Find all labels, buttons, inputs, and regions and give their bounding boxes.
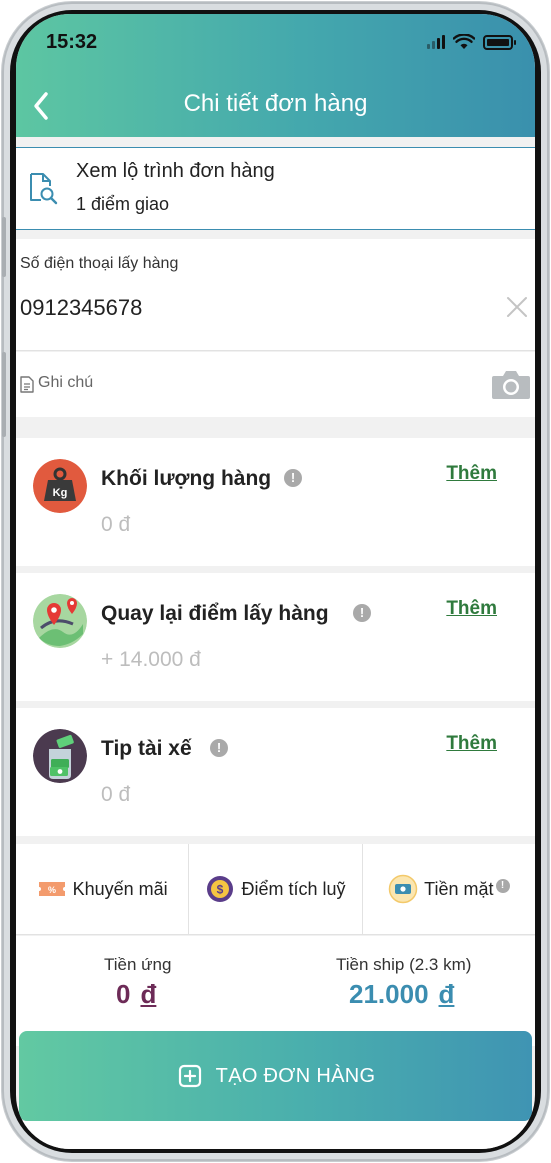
service-title: Tip tài xế (101, 737, 192, 760)
side-button (2, 352, 6, 437)
svg-text:$: $ (217, 883, 224, 897)
totals-section: Tiền ứng 0đ Tiền ship (2.3 km) 21.000 đ (16, 936, 535, 1046)
service-card-return: Quay lại điểm lấy hàng ! + 14.000 đ Thêm (16, 573, 535, 701)
route-subtitle: 1 điểm giao (76, 194, 170, 214)
clear-icon[interactable] (505, 295, 529, 319)
route-title: Xem lộ trình đơn hàng (76, 160, 275, 182)
weight-kg-icon: Kg (33, 459, 87, 513)
add-tip-link[interactable]: Thêm (446, 733, 497, 755)
svg-text:Kg: Kg (53, 487, 68, 499)
svg-text:%: % (48, 885, 56, 895)
ship-fee-value: 21.000 (349, 979, 429, 1009)
status-time: 15:32 (46, 31, 98, 53)
cash-icon (388, 874, 418, 904)
add-return-link[interactable]: Thêm (446, 598, 497, 620)
bottom-area (16, 1121, 535, 1149)
advance-amount: 0đ (116, 979, 156, 1010)
ship-fee-amount: 21.000 đ (349, 979, 454, 1010)
note-placeholder: Ghi chú (38, 374, 94, 391)
info-icon[interactable]: ! (353, 604, 371, 622)
service-price: 0 đ (101, 783, 131, 806)
advance-value: 0 (116, 979, 131, 1009)
document-search-icon (30, 173, 58, 205)
pickup-phone-label: Số điện thoại lấy hàng (20, 255, 179, 272)
status-icons (427, 34, 516, 50)
tab-label: Khuyến mãi (72, 878, 168, 899)
service-price: 0 đ (101, 513, 131, 536)
service-title: Khối lượng hàng (101, 467, 272, 490)
currency-symbol: đ (438, 979, 455, 1009)
service-title: Quay lại điểm lấy hàng (101, 602, 329, 625)
add-square-icon (178, 1064, 201, 1088)
tab-label: Điểm tích luỹ (241, 878, 346, 899)
tab-cash[interactable]: Tiền mặt ! (363, 844, 535, 934)
view-route-row[interactable]: Xem lộ trình đơn hàng 1 điểm giao (16, 147, 535, 230)
info-icon[interactable]: ! (495, 879, 510, 893)
info-icon[interactable]: ! (210, 739, 228, 757)
coupon-icon: % (38, 882, 65, 896)
payment-options: % Khuyến mãi $ Điểm tích luỹ Tiền mặt ! (16, 844, 535, 935)
ship-fee-label: Tiền ship (2.3 km) (336, 955, 472, 974)
side-button (2, 217, 6, 277)
signal-icon (427, 35, 445, 49)
tab-promotion[interactable]: % Khuyến mãi (16, 844, 190, 934)
tab-points[interactable]: $ Điểm tích luỹ (189, 844, 363, 934)
return-route-icon (33, 594, 87, 648)
advance-label: Tiền ứng (104, 955, 172, 974)
service-card-tip: Tip tài xế ! 0 đ Thêm (16, 708, 535, 836)
wifi-icon (453, 34, 475, 49)
create-order-label: TẠO ĐƠN HÀNG (215, 1064, 376, 1087)
screen: 15:32 Chi tiết đơn hàng Xem lộ trình đơn… (16, 14, 535, 1149)
app-header: 15:32 Chi tiết đơn hàng (16, 14, 535, 137)
note-section[interactable]: Ghi chú (16, 352, 535, 417)
add-weight-link[interactable]: Thêm (446, 463, 497, 485)
points-coin-icon: $ (207, 876, 234, 902)
service-card-weight: Kg Khối lượng hàng ! 0 đ Thêm (16, 438, 535, 566)
document-icon (20, 376, 34, 393)
pickup-phone-input[interactable] (20, 295, 460, 321)
service-price: + 14.000 đ (101, 648, 201, 671)
battery-icon (483, 34, 516, 50)
tip-money-icon (33, 729, 87, 783)
pickup-phone-section: Số điện thoại lấy hàng (16, 239, 535, 351)
info-icon[interactable]: ! (284, 469, 302, 487)
tab-label: Tiền mặt (424, 878, 494, 899)
currency-symbol: đ (140, 979, 157, 1009)
create-order-button[interactable]: TẠO ĐƠN HÀNG (19, 1031, 532, 1121)
camera-icon[interactable] (491, 368, 531, 400)
page-title: Chi tiết đơn hàng (183, 90, 368, 117)
